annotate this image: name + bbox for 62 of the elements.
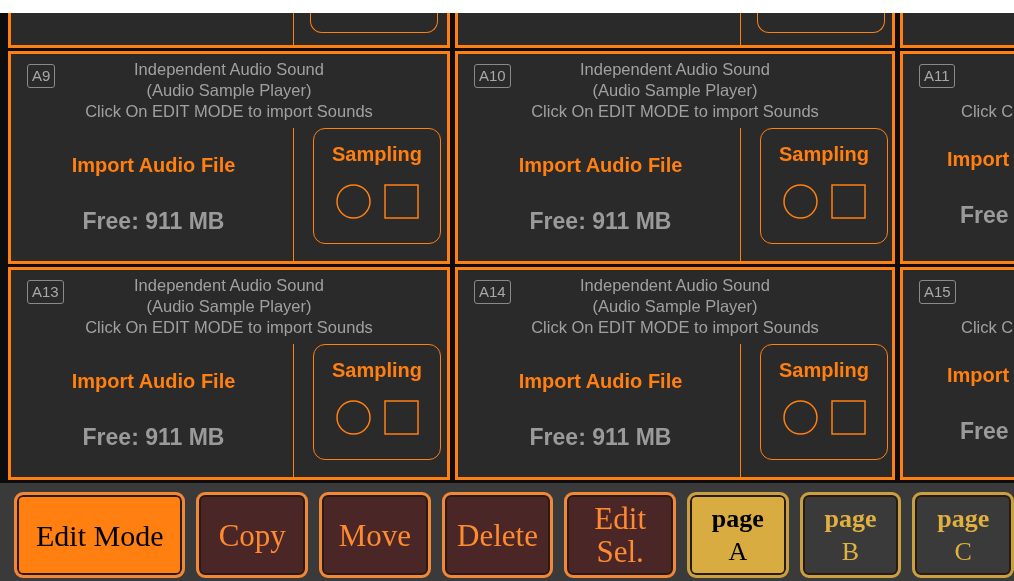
description-text: Click On EDIT MODE to import Sounds — [85, 317, 373, 338]
description-text: Click C — [961, 317, 1014, 338]
pad-cell[interactable]: A13 Independent Audio Sound (Audio Sample Player) Click On EDIT MODE to import Sounds Import Audio File Free: 911 MB Sampling — [8, 267, 450, 480]
import-audio-link[interactable]: Import Audio File — [71, 150, 236, 180]
sampling-panel[interactable]: Sampling — [760, 344, 888, 460]
pad-cell[interactable]: A9 Independent Audio Sound (Audio Sample Player) Click On EDIT MODE to import Sounds Import Audio File Free: 911 MB Sampling — [8, 51, 450, 264]
pad-id-label: A9 — [27, 64, 56, 88]
stop-icon[interactable] — [830, 184, 866, 219]
free-space-text: Free: 911 MB — [82, 423, 225, 452]
free-space-text: Free — [960, 201, 1010, 230]
sampling-title: Sampling — [332, 142, 422, 167]
toolbar-button[interactable]: Copy — [196, 492, 309, 578]
free-space-text: Free — [960, 417, 1010, 446]
sampling-panel[interactable]: Sampling — [760, 128, 888, 244]
pad-id-label: A15 — [919, 280, 956, 304]
page-tab[interactable]: page B — [799, 492, 902, 578]
record-icon[interactable] — [782, 184, 818, 219]
stop-icon[interactable] — [830, 400, 866, 435]
description-text: Click On EDIT MODE to import Sounds — [531, 317, 819, 338]
toolbar-button[interactable]: Delete — [441, 492, 554, 578]
stop-icon[interactable] — [383, 184, 419, 219]
pad-cell[interactable]: A15 Click C Import Free — [900, 267, 1014, 480]
stop-icon[interactable] — [383, 400, 419, 435]
pad-id-label: A10 — [474, 64, 511, 88]
pad-cell[interactable]: A11 Click C Import Free — [900, 51, 1014, 264]
pad-id-label: A13 — [27, 280, 64, 304]
pad-cell[interactable]: A10 Independent Audio Sound (Audio Sample Player) Click On EDIT MODE to import Sounds Import Audio File Free: 911 MB Sampling — [455, 51, 895, 264]
description-text: Independent Audio Sound — [134, 275, 324, 296]
record-icon[interactable] — [335, 400, 371, 435]
sampling-title: Sampling — [779, 142, 869, 167]
description-text: (Audio Sample Player) — [592, 80, 758, 101]
page-tab[interactable]: page A — [687, 492, 789, 578]
import-audio-link[interactable]: Import Audio File — [518, 150, 683, 180]
free-space-text: Free: 911 MB — [529, 207, 672, 236]
sampling-title: Sampling — [332, 358, 422, 383]
pad-cell[interactable]: A14 Independent Audio Sound (Audio Sample Player) Click On EDIT MODE to import Sounds Import Audio File Free: 911 MB Sampling — [455, 267, 895, 480]
import-audio-link[interactable]: Import — [947, 144, 1014, 174]
import-audio-link[interactable]: Import — [947, 360, 1014, 390]
pad-id-label: A14 — [474, 280, 511, 304]
record-icon[interactable] — [335, 184, 371, 219]
page-tab[interactable]: page C — [912, 492, 1014, 578]
toolbar-button[interactable]: Edit Sel. — [564, 492, 676, 578]
sampling-title: Sampling — [779, 358, 869, 383]
free-space-text: Free: 911 MB — [82, 207, 225, 236]
description-text: Independent Audio Sound — [134, 59, 324, 80]
record-icon[interactable] — [782, 400, 818, 435]
import-audio-link[interactable]: Import Audio File — [518, 366, 683, 396]
toolbar-button[interactable]: Edit Mode — [14, 492, 186, 578]
description-text: (Audio Sample Player) — [146, 80, 312, 101]
description-text: Click C — [961, 101, 1014, 122]
description-text: Independent Audio Sound — [580, 275, 770, 296]
description-text: Independent Audio Sound — [580, 59, 770, 80]
description-text: Click On EDIT MODE to import Sounds — [85, 101, 373, 122]
import-audio-link[interactable]: Import Audio File — [71, 366, 236, 396]
free-space-text: Free: 911 MB — [529, 423, 672, 452]
description-text: (Audio Sample Player) — [146, 296, 312, 317]
toolbar-button[interactable]: Move — [319, 492, 431, 578]
description-text: (Audio Sample Player) — [592, 296, 758, 317]
sampling-panel[interactable]: Sampling — [313, 128, 441, 244]
description-text: Click On EDIT MODE to import Sounds — [531, 101, 819, 122]
pad-id-label: A11 — [919, 64, 955, 88]
sampling-panel[interactable]: Sampling — [313, 344, 441, 460]
